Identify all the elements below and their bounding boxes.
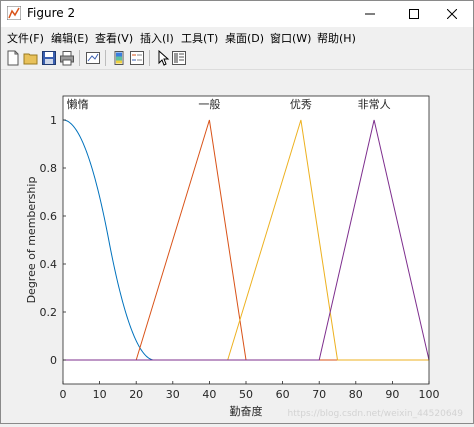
toolbar-separator — [79, 50, 80, 66]
x-tick-label-8: 80 — [349, 388, 363, 401]
series-label-2: 优秀 — [290, 98, 312, 111]
axes-background — [63, 96, 429, 384]
insert-colorbar-icon[interactable] — [111, 50, 127, 66]
figure-canvas: 懒惰 一般 优秀 非常人 0 10 20 30 40 50 60 70 80 90 100 0 0.2 0.4 0… — [1, 70, 473, 423]
menu-file[interactable]: 文件(F) — [7, 30, 44, 46]
x-tick-label-6: 60 — [276, 388, 290, 401]
y-tick-label-3: 0.6 — [40, 210, 58, 223]
matlab-figure-icon — [7, 6, 21, 20]
x-axis-label: 勤奋度 — [230, 404, 263, 418]
series-label-3: 非常人 — [358, 98, 391, 111]
x-tick-label-7: 70 — [312, 388, 326, 401]
toolbar — [1, 47, 473, 70]
maximize-icon — [409, 9, 419, 19]
x-tick-label-4: 40 — [202, 388, 216, 401]
menu-bar: 文件(F) 编辑(E) 查看(V) 插入(I) 工具(T) 桌面(D) 窗口(W… — [1, 27, 473, 47]
title-bar: Figure 2 — [1, 1, 473, 27]
new-figure-icon[interactable] — [5, 50, 21, 66]
toolbar-separator — [105, 50, 106, 66]
edit-plot-arrow-icon[interactable] — [155, 50, 171, 66]
open-file-icon[interactable] — [23, 50, 39, 66]
menu-tools[interactable]: 工具(T) — [181, 30, 218, 46]
x-tick-label-9: 90 — [385, 388, 399, 401]
y-tick-label-0: 0 — [50, 354, 57, 367]
menu-edit[interactable]: 编辑(E) — [51, 30, 89, 46]
menu-view[interactable]: 查看(V) — [95, 30, 133, 46]
y-tick-label-4: 0.8 — [40, 162, 58, 175]
close-button[interactable] — [429, 1, 474, 27]
x-tick-label-2: 20 — [129, 388, 143, 401]
y-tick-label-2: 0.4 — [40, 258, 58, 271]
menu-insert[interactable]: 插入(I) — [140, 30, 174, 46]
print-icon[interactable] — [59, 50, 75, 66]
figure-window: Figure 2 文件(F) 编辑(E) 查看(V) 插入(I) 工具(T) 桌… — [0, 0, 474, 424]
insert-legend-icon[interactable] — [129, 50, 145, 66]
series-label-0: 懒惰 — [67, 97, 89, 111]
membership-plot[interactable]: 懒惰 一般 优秀 非常人 0 10 20 30 40 50 60 70 80 90 100 0 0.2 0.4 0… — [1, 70, 473, 423]
series-label-1: 一般 — [198, 98, 220, 111]
x-tick-label-5: 50 — [239, 388, 253, 401]
x-tick-label-3: 30 — [166, 388, 180, 401]
menu-desktop[interactable]: 桌面(D) — [225, 30, 264, 46]
close-icon — [447, 9, 457, 19]
save-icon[interactable] — [41, 50, 57, 66]
menu-window[interactable]: 窗口(W) — [270, 30, 311, 46]
property-inspector-icon[interactable] — [171, 50, 187, 66]
y-tick-label-5: 1 — [50, 114, 57, 127]
y-tick-label-1: 0.2 — [40, 306, 58, 319]
link-plot-icon[interactable] — [85, 50, 101, 66]
window-title: Figure 2 — [27, 6, 76, 20]
x-tick-label-1: 10 — [93, 388, 107, 401]
y-axis-label: Degree of membership — [25, 177, 38, 304]
x-tick-label-10: 100 — [419, 388, 440, 401]
watermark: https://blog.csdn.net/weixin_44520649 — [287, 409, 463, 419]
toolbar-separator — [149, 50, 150, 66]
x-tick-label-0: 0 — [60, 388, 67, 401]
minimize-icon — [365, 13, 375, 15]
minimize-button[interactable] — [347, 1, 393, 27]
menu-help[interactable]: 帮助(H) — [317, 30, 356, 46]
